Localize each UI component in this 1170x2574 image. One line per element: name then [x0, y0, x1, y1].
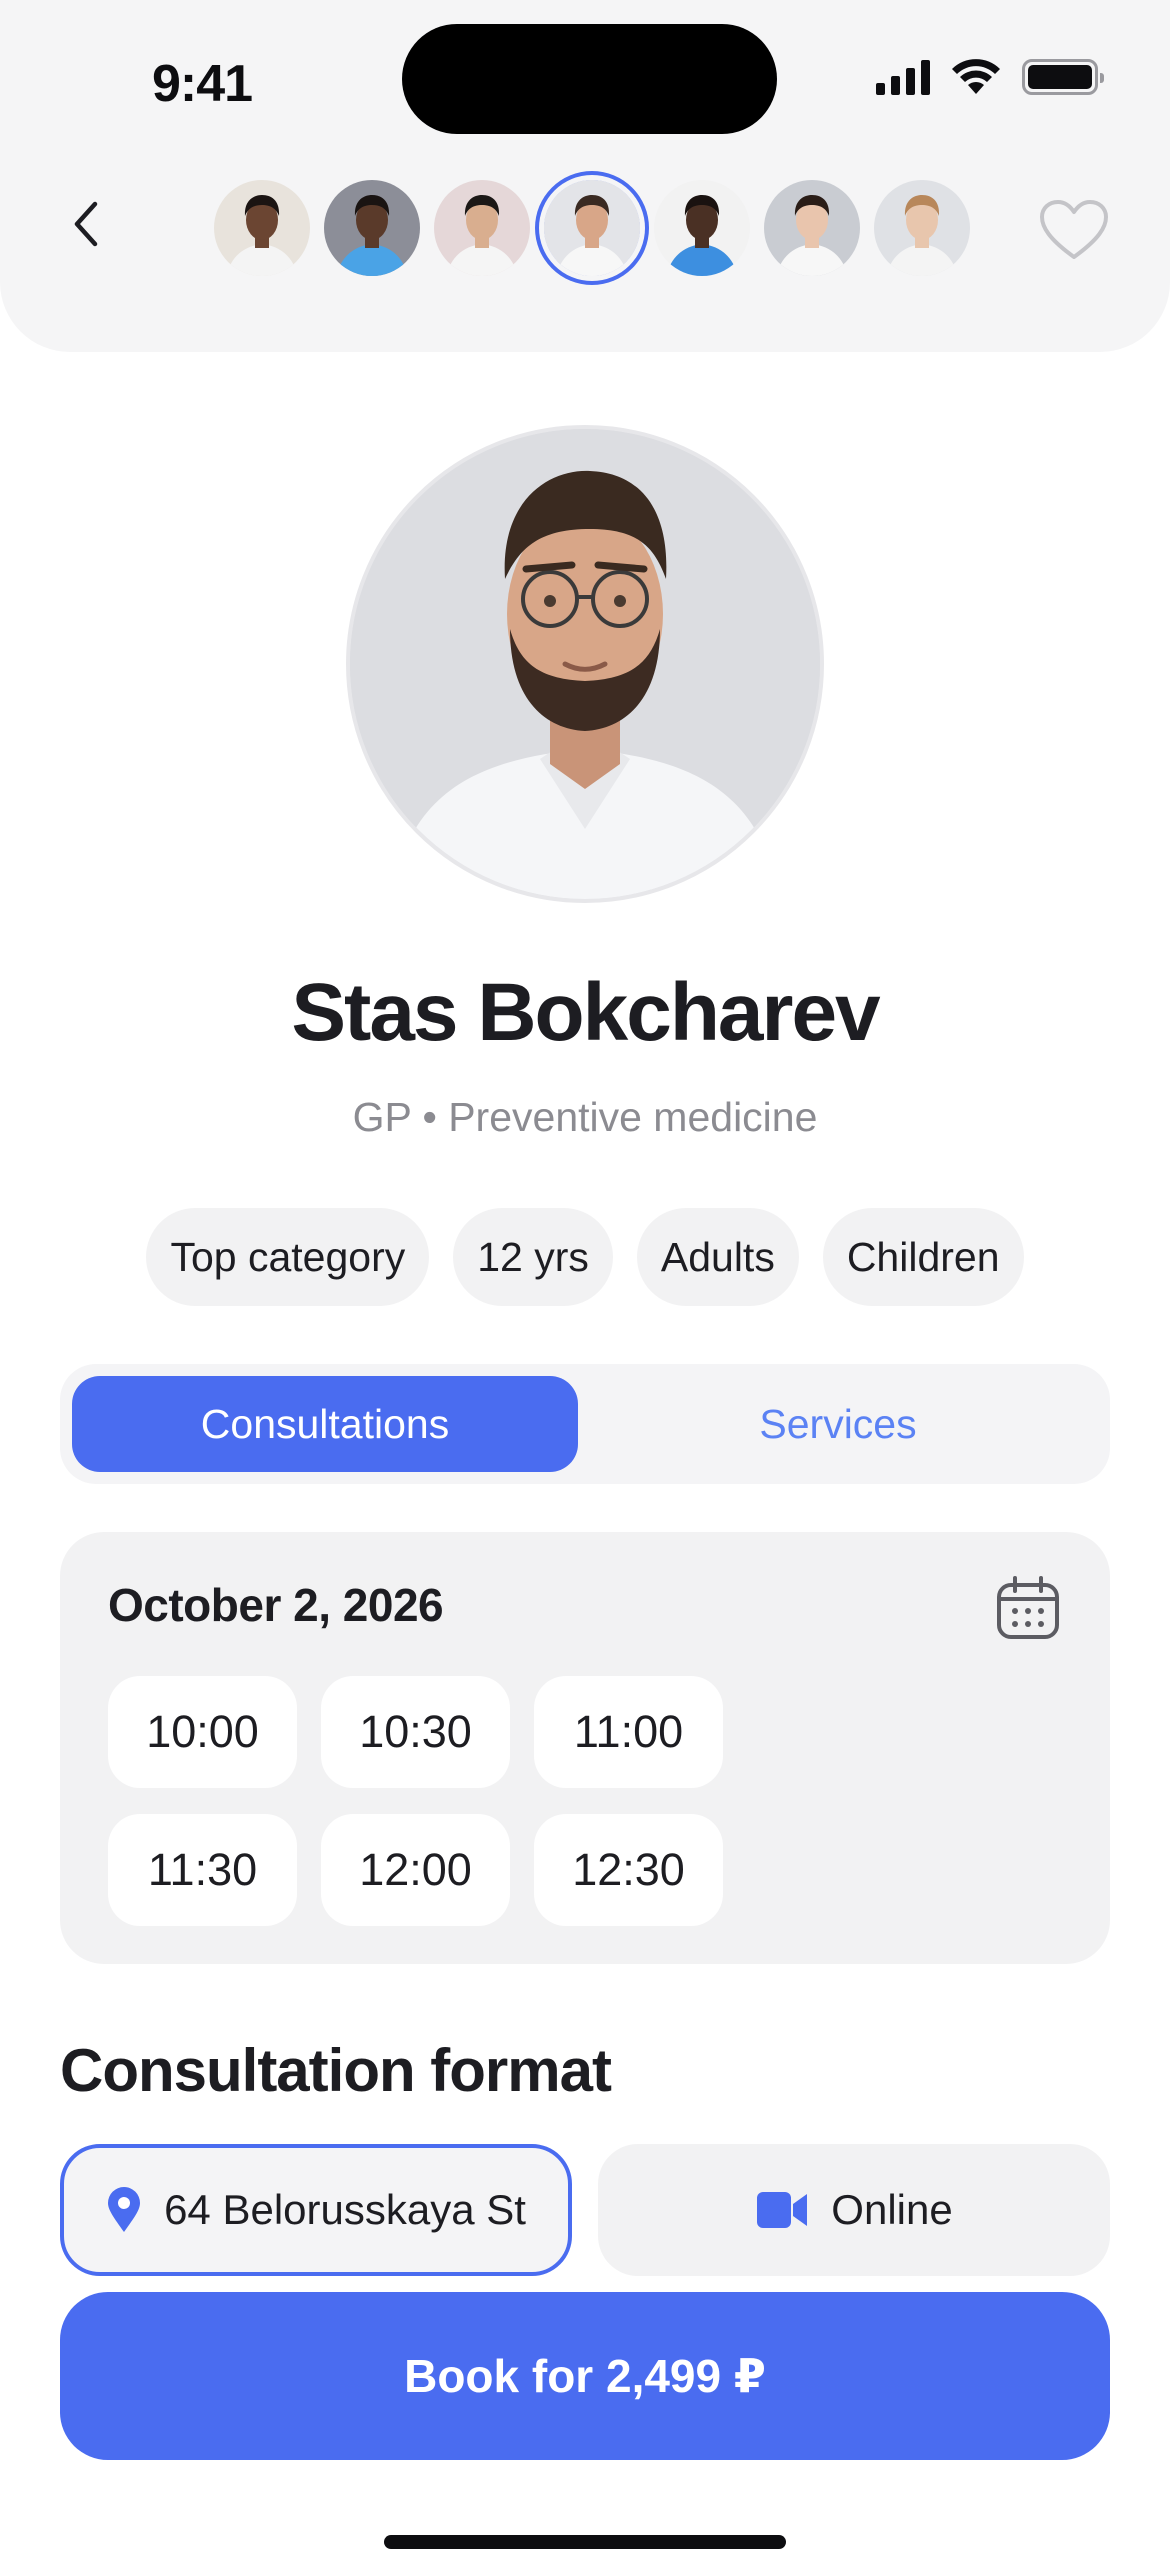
time-slot[interactable]: 10:30	[321, 1676, 510, 1788]
time-slot[interactable]: 11:30	[108, 1814, 297, 1926]
tab-services[interactable]: Services	[578, 1376, 1098, 1472]
tag-chip: Top category	[146, 1208, 430, 1306]
format-address-option[interactable]: 64 Belorusskaya St	[60, 2144, 572, 2276]
tag-chip: 12 yrs	[453, 1208, 613, 1306]
favorite-button[interactable]	[1036, 196, 1112, 264]
calendar-icon	[997, 1576, 1059, 1639]
tag-chip: Children	[822, 1208, 1024, 1306]
book-button[interactable]: Book for 2,499 ₽	[60, 2292, 1110, 2460]
avatar-doctor-4[interactable]	[544, 180, 640, 276]
schedule-date: October 2, 2026	[108, 1579, 444, 1631]
avatar-doctor-2[interactable]	[324, 180, 420, 276]
format-title: Consultation format	[60, 2037, 612, 2104]
doctor-specialty: GP • Preventive medicine	[352, 1094, 818, 1140]
dynamic-island	[402, 24, 777, 134]
time-slot[interactable]: 12:00	[321, 1814, 510, 1926]
calendar-button[interactable]	[992, 1572, 1064, 1644]
status-time: 9:41	[152, 55, 253, 113]
home-indicator	[384, 2535, 786, 2549]
avatar-doctor-7[interactable]	[874, 180, 970, 276]
avatar-doctor-1[interactable]	[214, 180, 310, 276]
tag-list: Top category 12 yrs Adults Children	[0, 1208, 1170, 1306]
tab-consultations[interactable]: Consultations	[72, 1376, 578, 1472]
avatar-doctor-3[interactable]	[434, 180, 530, 276]
cellular-signal-icon	[876, 59, 930, 95]
schedule-card: October 2, 2026 10:00 10:30 11:00 11:30 …	[60, 1532, 1110, 1964]
chevron-left-icon	[74, 201, 98, 247]
heart-icon	[1040, 200, 1108, 259]
status-icons	[876, 58, 1104, 96]
format-online-option[interactable]: Online	[598, 2144, 1110, 2276]
time-slot[interactable]: 12:30	[534, 1814, 723, 1926]
wifi-icon	[952, 59, 1000, 94]
section-tabs: Consultations Services	[60, 1364, 1110, 1484]
video-camera-icon	[757, 2192, 808, 2228]
doctor-name: Stas Bokcharev	[291, 967, 880, 1058]
back-button[interactable]	[62, 196, 110, 252]
doctor-photo	[346, 425, 824, 903]
time-slots: 10:00 10:30 11:00 11:30 12:00 12:30	[108, 1676, 928, 1926]
avatar-doctor-5[interactable]	[654, 180, 750, 276]
avatar-doctor-6[interactable]	[764, 180, 860, 276]
location-pin-icon	[108, 2187, 141, 2232]
tag-chip: Adults	[636, 1208, 799, 1306]
battery-icon	[1022, 59, 1104, 95]
online-label: Online	[831, 2186, 953, 2233]
doctor-switcher	[214, 180, 970, 276]
time-slot[interactable]: 10:00	[108, 1676, 297, 1788]
header: 9:41	[0, 0, 1170, 352]
time-slot[interactable]: 11:00	[534, 1676, 723, 1788]
address-label: 64 Belorusskaya St	[164, 2186, 526, 2233]
